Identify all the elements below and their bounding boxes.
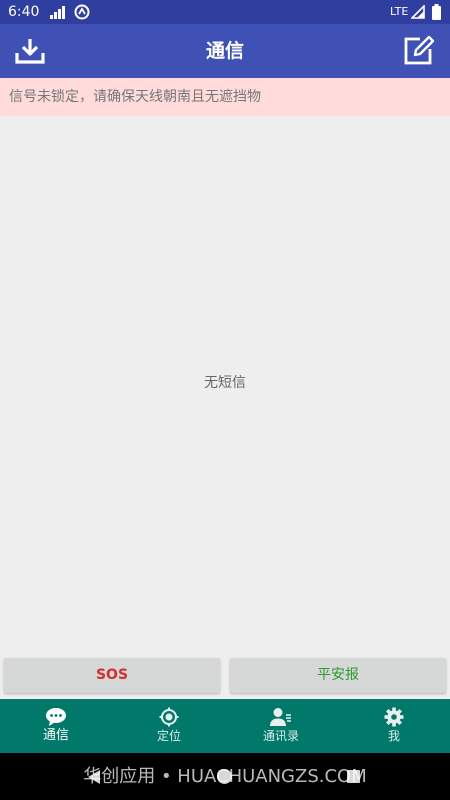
nav-label-me: 我 bbox=[387, 729, 400, 743]
network-type: LTE bbox=[390, 5, 409, 18]
safe-report-button[interactable]: 平安报 bbox=[230, 658, 446, 693]
signal-warning-banner: 信号未锁定，请确保天线朝南且无遮挡物 bbox=[0, 78, 450, 116]
gear-icon bbox=[384, 707, 404, 727]
location-icon bbox=[159, 707, 179, 727]
watermark-text: 华创应用 • HUACHUANGZS.COM bbox=[83, 766, 367, 787]
system-nav-bar: 华创应用 • HUACHUANGZS.COM bbox=[0, 753, 450, 800]
nav-item-messages[interactable]: 通信 bbox=[0, 699, 112, 753]
nav-label-location: 定位 bbox=[156, 729, 181, 743]
nav-item-location[interactable]: 定位 bbox=[113, 699, 225, 753]
status-bar: 6:40 LTE bbox=[0, 0, 450, 24]
compose-icon[interactable] bbox=[402, 35, 436, 67]
status-time: 6:40 bbox=[8, 4, 40, 20]
cell-signal-icon bbox=[411, 5, 425, 19]
sos-button[interactable]: SOS bbox=[4, 658, 220, 693]
bottom-nav: 通信 定位 通讯录 我 bbox=[0, 699, 450, 753]
signal-warning-text: 信号未锁定，请确保天线朝南且无遮挡物 bbox=[9, 89, 261, 105]
empty-state-text: 无短信 bbox=[204, 375, 246, 391]
nav-item-contacts[interactable]: 通讯录 bbox=[225, 699, 337, 753]
message-list[interactable]: 无短信 bbox=[0, 116, 450, 656]
app-bar: 通信 bbox=[0, 24, 450, 78]
contacts-icon bbox=[270, 708, 291, 726]
chat-icon bbox=[46, 708, 66, 726]
page-title: 通信 bbox=[205, 40, 244, 62]
nav-label-contacts: 通讯录 bbox=[262, 729, 299, 743]
battery-icon bbox=[432, 4, 441, 20]
app-notification-icon bbox=[74, 4, 90, 20]
nav-item-me[interactable]: 我 bbox=[338, 699, 450, 753]
nav-label-messages: 通信 bbox=[42, 728, 69, 743]
signal-strength-icon bbox=[50, 6, 65, 19]
